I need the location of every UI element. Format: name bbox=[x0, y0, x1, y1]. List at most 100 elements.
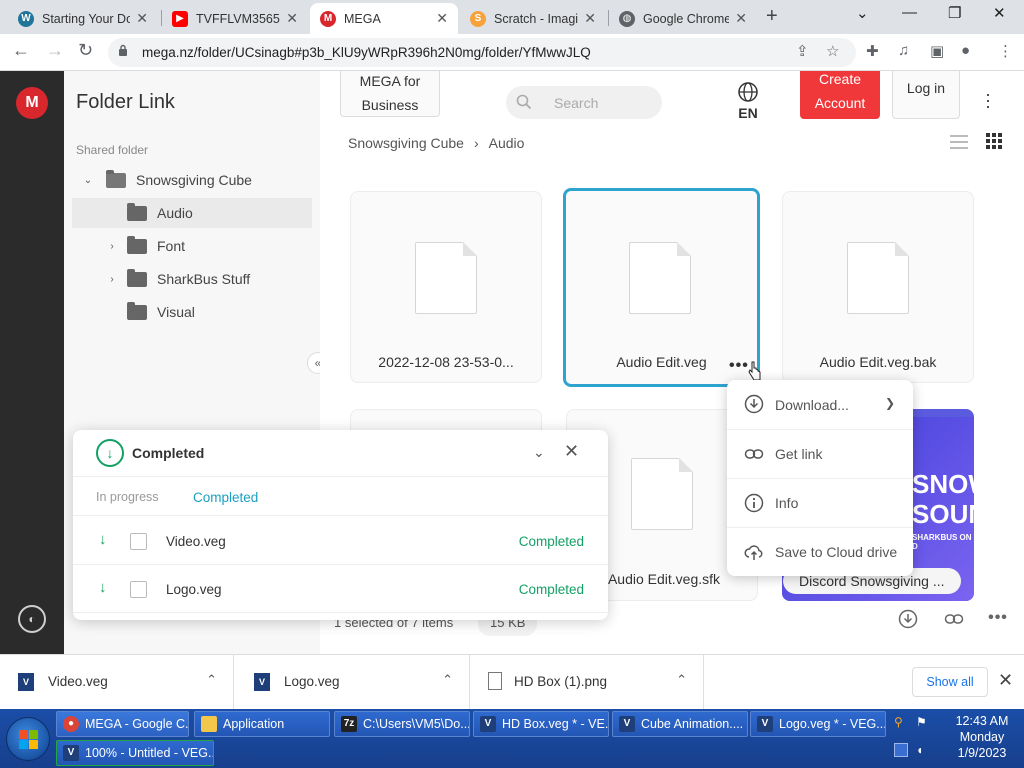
chevron-right-icon[interactable]: › bbox=[106, 274, 118, 285]
folder-open-icon bbox=[106, 169, 126, 188]
menu-item-label: Download... bbox=[775, 396, 849, 413]
address-bar[interactable]: mega.nz/folder/UCsinagb#p3b_KlU9yWRpR396… bbox=[108, 38, 856, 67]
chevron-up-icon[interactable]: ⌃ bbox=[442, 672, 453, 688]
file-options-icon[interactable]: ••• bbox=[729, 357, 749, 375]
grid-view-icon[interactable] bbox=[986, 133, 1002, 149]
browser-menu-icon[interactable]: ⋮ bbox=[998, 42, 1013, 60]
file-card[interactable]: Audio Edit.veg.bak bbox=[782, 191, 974, 383]
profile-icon[interactable]: ● bbox=[961, 42, 970, 59]
browser-tab-scratch[interactable]: S Scratch - Imagi ✕ bbox=[460, 3, 606, 34]
tree-item-label: SharkBus Stuff bbox=[157, 271, 251, 287]
search-input[interactable]: Search bbox=[506, 86, 662, 119]
link-icon[interactable] bbox=[944, 609, 964, 629]
list-view-icon[interactable] bbox=[950, 135, 968, 149]
system-clock[interactable]: 12:43 AM Monday 1/9/2023 bbox=[940, 713, 1024, 761]
tab-in-progress[interactable]: In progress bbox=[96, 490, 159, 504]
more-actions-icon[interactable]: ••• bbox=[988, 609, 1008, 629]
taskbar-item-vegas[interactable]: V 100% - Untitled - VEG... bbox=[56, 740, 214, 766]
tab-search-icon[interactable]: ⌄ bbox=[856, 4, 869, 22]
transfer-row[interactable]: ↓ Logo.veg Completed bbox=[73, 565, 608, 613]
minimize-icon[interactable]: — bbox=[902, 4, 917, 21]
transfer-title: Completed bbox=[132, 445, 205, 461]
taskbar-item-vegas[interactable]: V Logo.veg * - VEG... bbox=[750, 711, 886, 737]
close-tab-icon[interactable]: ✕ bbox=[286, 10, 298, 27]
file-icon bbox=[847, 242, 909, 314]
download-item[interactable]: HD Box (1).png ⌃ bbox=[470, 655, 704, 710]
wordpress-icon: W bbox=[18, 10, 34, 27]
chevron-up-icon[interactable]: ⌃ bbox=[676, 672, 687, 688]
search-icon[interactable]: ⚲ bbox=[894, 715, 908, 729]
close-icon[interactable]: ✕ bbox=[564, 441, 579, 462]
side-panel-icon[interactable]: ▣ bbox=[930, 42, 944, 60]
theme-icon[interactable]: ◐ bbox=[18, 605, 46, 633]
tab-title: MEGA bbox=[344, 11, 381, 26]
file-type-icon bbox=[130, 581, 147, 598]
menu-item-get-link[interactable]: Get link bbox=[727, 429, 913, 478]
browser-tab-wordpress[interactable]: W Starting Your Do ✕ bbox=[8, 3, 158, 34]
reload-icon[interactable]: ↻ bbox=[78, 40, 93, 61]
tree-item-snowsgiving-cube[interactable]: ⌄ Snowsgiving Cube bbox=[72, 165, 312, 195]
chevron-up-icon[interactable]: ⌃ bbox=[206, 672, 217, 688]
restore-icon[interactable]: ❐ bbox=[948, 4, 961, 22]
menu-item-save-to-cloud[interactable]: Save to Cloud drive bbox=[727, 527, 913, 576]
back-icon[interactable]: ← bbox=[12, 40, 30, 61]
show-all-button[interactable]: Show all bbox=[912, 667, 988, 697]
taskbar-item-label: C:\Users\VM5\Do... bbox=[363, 717, 470, 731]
cloud-upload-icon bbox=[744, 545, 763, 560]
close-icon[interactable]: ✕ bbox=[998, 670, 1013, 691]
download-file-name: Logo.veg bbox=[284, 674, 340, 689]
menu-item-label: Info bbox=[775, 495, 799, 511]
transfer-row[interactable]: ↓ Video.veg Completed bbox=[73, 517, 608, 565]
extensions-icon[interactable]: ✚ bbox=[866, 42, 879, 60]
transfer-status: Completed bbox=[518, 582, 584, 597]
forward-icon[interactable]: → bbox=[46, 40, 64, 61]
create-account-button[interactable]: Create Account bbox=[800, 71, 880, 119]
browser-tab-mega[interactable]: M MEGA ✕ bbox=[310, 3, 458, 34]
browser-tab-youtube[interactable]: ▶ TVFFLVM3565/V ✕ bbox=[162, 3, 308, 34]
login-button[interactable]: Log in bbox=[892, 71, 960, 119]
tab-completed[interactable]: Completed bbox=[193, 490, 258, 505]
close-tab-icon[interactable]: ✕ bbox=[136, 10, 148, 27]
tree-item-font[interactable]: › Font bbox=[72, 231, 312, 261]
action-center-icon[interactable] bbox=[894, 743, 908, 757]
network-icon[interactable]: ⚑ bbox=[916, 715, 930, 729]
tree-item-sharkbus-stuff[interactable]: › SharkBus Stuff bbox=[72, 264, 312, 294]
folder-icon bbox=[127, 235, 147, 254]
bookmark-star-icon[interactable]: ☆ bbox=[826, 42, 839, 60]
language-selector[interactable]: EN bbox=[732, 81, 764, 121]
start-button[interactable] bbox=[6, 717, 50, 761]
share-icon[interactable]: ⇪ bbox=[796, 42, 809, 60]
mega-logo[interactable]: M bbox=[16, 87, 48, 119]
taskbar-item-7zip[interactable]: 7z C:\Users\VM5\Do... bbox=[334, 711, 470, 737]
file-card[interactable]: 2022-12-08 23-53-0... bbox=[350, 191, 542, 383]
windows-taskbar: ● MEGA - Google C... Application 7z C:\U… bbox=[0, 709, 1024, 768]
close-tab-icon[interactable]: ✕ bbox=[735, 10, 747, 27]
close-window-icon[interactable]: ✕ bbox=[993, 4, 1006, 22]
folder-icon bbox=[127, 301, 147, 320]
breadcrumb-item[interactable]: Snowsgiving Cube bbox=[348, 135, 464, 151]
taskbar-item-explorer[interactable]: Application bbox=[194, 711, 330, 737]
close-tab-icon[interactable]: ✕ bbox=[436, 10, 448, 27]
download-icon[interactable] bbox=[898, 609, 918, 629]
menu-item-download[interactable]: Download... ❯ bbox=[727, 380, 913, 429]
taskbar-item-vegas[interactable]: V Cube Animation.... bbox=[612, 711, 748, 737]
new-tab-icon[interactable]: + bbox=[766, 5, 778, 28]
breadcrumb-item[interactable]: Audio bbox=[489, 135, 525, 151]
chevron-down-icon[interactable]: ⌄ bbox=[82, 175, 94, 186]
browser-tab-chrome[interactable]: ◍ Google Chrome ✕ bbox=[609, 3, 757, 34]
volume-icon[interactable]: ◖ bbox=[916, 743, 930, 757]
download-item[interactable]: V Video.veg ⌃ bbox=[0, 655, 234, 710]
media-icon[interactable]: ♫ bbox=[898, 42, 909, 59]
close-tab-icon[interactable]: ✕ bbox=[584, 10, 596, 27]
download-item[interactable]: V Logo.veg ⌃ bbox=[236, 655, 470, 710]
taskbar-item-vegas[interactable]: V HD Box.veg * - VE... bbox=[473, 711, 609, 737]
menu-item-info[interactable]: Info bbox=[727, 478, 913, 527]
chevron-right-icon[interactable]: › bbox=[106, 241, 118, 252]
tree-item-visual[interactable]: Visual bbox=[72, 297, 312, 327]
more-options-icon[interactable]: · · · bbox=[985, 85, 991, 115]
taskbar-item-chrome[interactable]: ● MEGA - Google C... bbox=[56, 711, 189, 737]
mega-for-business-button[interactable]: MEGA for Business bbox=[340, 71, 440, 117]
tree-item-audio[interactable]: Audio bbox=[72, 198, 312, 228]
tree-item-label: Visual bbox=[157, 304, 195, 320]
chevron-down-icon[interactable]: ⌄ bbox=[533, 444, 545, 461]
